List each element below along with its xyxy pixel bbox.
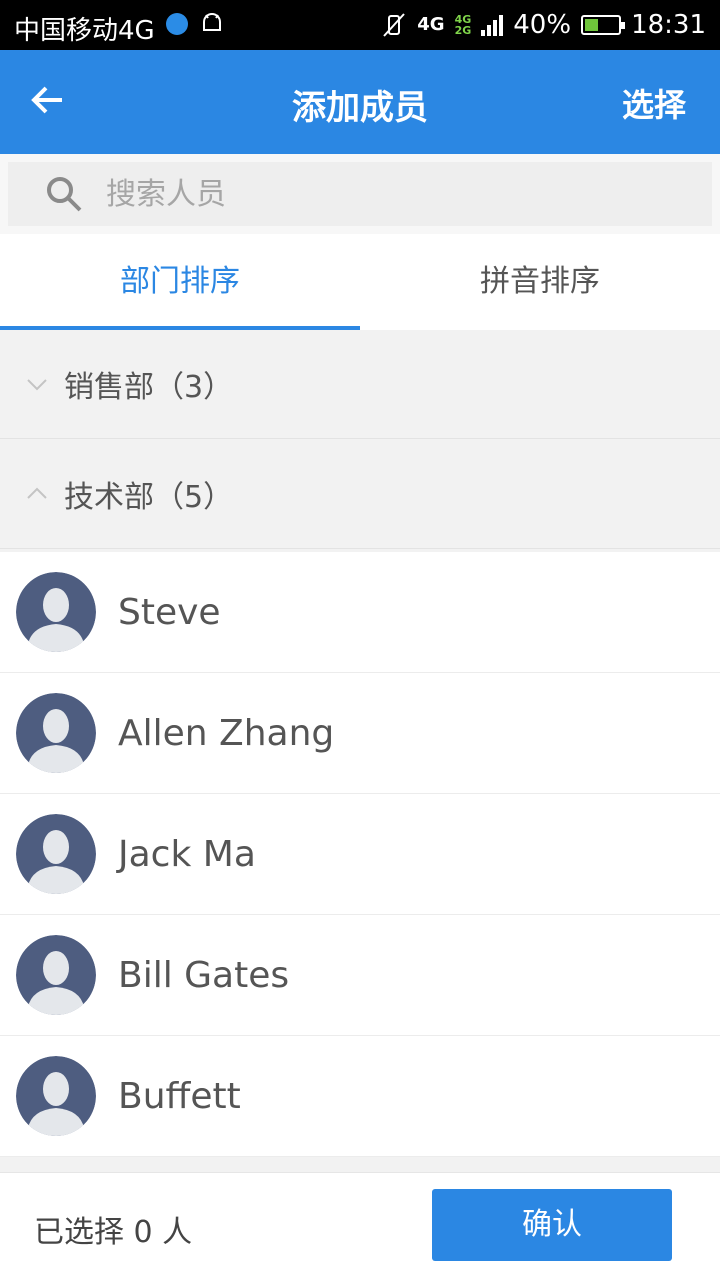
tab-pinyin-sort[interactable]: 拼音排序 <box>360 234 720 330</box>
list-item[interactable]: Jack Ma <box>0 794 720 915</box>
member-name: Bill Gates <box>118 954 290 996</box>
avatar-icon <box>16 814 96 894</box>
search-icon <box>47 177 82 212</box>
confirm-button[interactable]: 确认 <box>432 1189 672 1261</box>
avatar-icon <box>16 693 96 773</box>
member-name: Jack Ma <box>118 833 256 875</box>
select-button[interactable]: 选择 <box>622 80 686 126</box>
android-icon <box>203 13 221 31</box>
network-small-bottom: 2G <box>454 24 472 37</box>
group-label: 销售部（3） <box>64 370 234 405</box>
chevron-up-icon <box>27 487 47 499</box>
sort-tabs: 部门排序 拼音排序 <box>0 234 720 330</box>
bottom-bar: 已选择 0 人 确认 <box>0 1172 720 1281</box>
app-header: 添加成员 选择 <box>0 50 720 154</box>
tab-department-sort[interactable]: 部门排序 <box>0 234 360 330</box>
search-box[interactable] <box>8 162 712 226</box>
avatar-icon <box>16 1056 96 1136</box>
search-bar <box>0 154 720 234</box>
group-sales[interactable]: 销售部（3） <box>0 330 720 439</box>
member-name: Buffett <box>118 1075 241 1117</box>
carrier-label: 中国移动4G <box>14 16 155 46</box>
member-name: Allen Zhang <box>118 712 335 754</box>
list-item[interactable]: Allen Zhang <box>0 673 720 794</box>
clock: 18:31 <box>631 10 706 40</box>
member-name: Steve <box>118 591 221 633</box>
group-label: 技术部（5） <box>64 480 234 515</box>
signal-icon <box>481 14 504 36</box>
battery-percent: 40% <box>513 10 572 40</box>
status-bar: 中国移动4G 4G 4G 2G 40% 18:31 <box>0 0 720 50</box>
chevron-down-icon <box>27 379 47 391</box>
sync-icon <box>166 13 188 35</box>
group-tech[interactable]: 技术部（5） <box>0 440 720 549</box>
selected-count: 已选择 0 人 <box>34 1215 193 1250</box>
battery-icon <box>581 15 626 35</box>
search-input[interactable] <box>104 175 668 213</box>
list-item[interactable]: Steve <box>0 552 720 673</box>
member-list: Steve Allen Zhang Jack Ma Bill Gates Buf… <box>0 552 720 1157</box>
vibrate-off-icon <box>383 13 406 37</box>
avatar-icon <box>16 935 96 1015</box>
avatar-icon <box>16 572 96 652</box>
list-item[interactable]: Buffett <box>0 1036 720 1157</box>
list-item[interactable]: Bill Gates <box>0 915 720 1036</box>
network-type-label: 4G <box>417 14 445 35</box>
page-title: 添加成员 <box>292 88 428 128</box>
